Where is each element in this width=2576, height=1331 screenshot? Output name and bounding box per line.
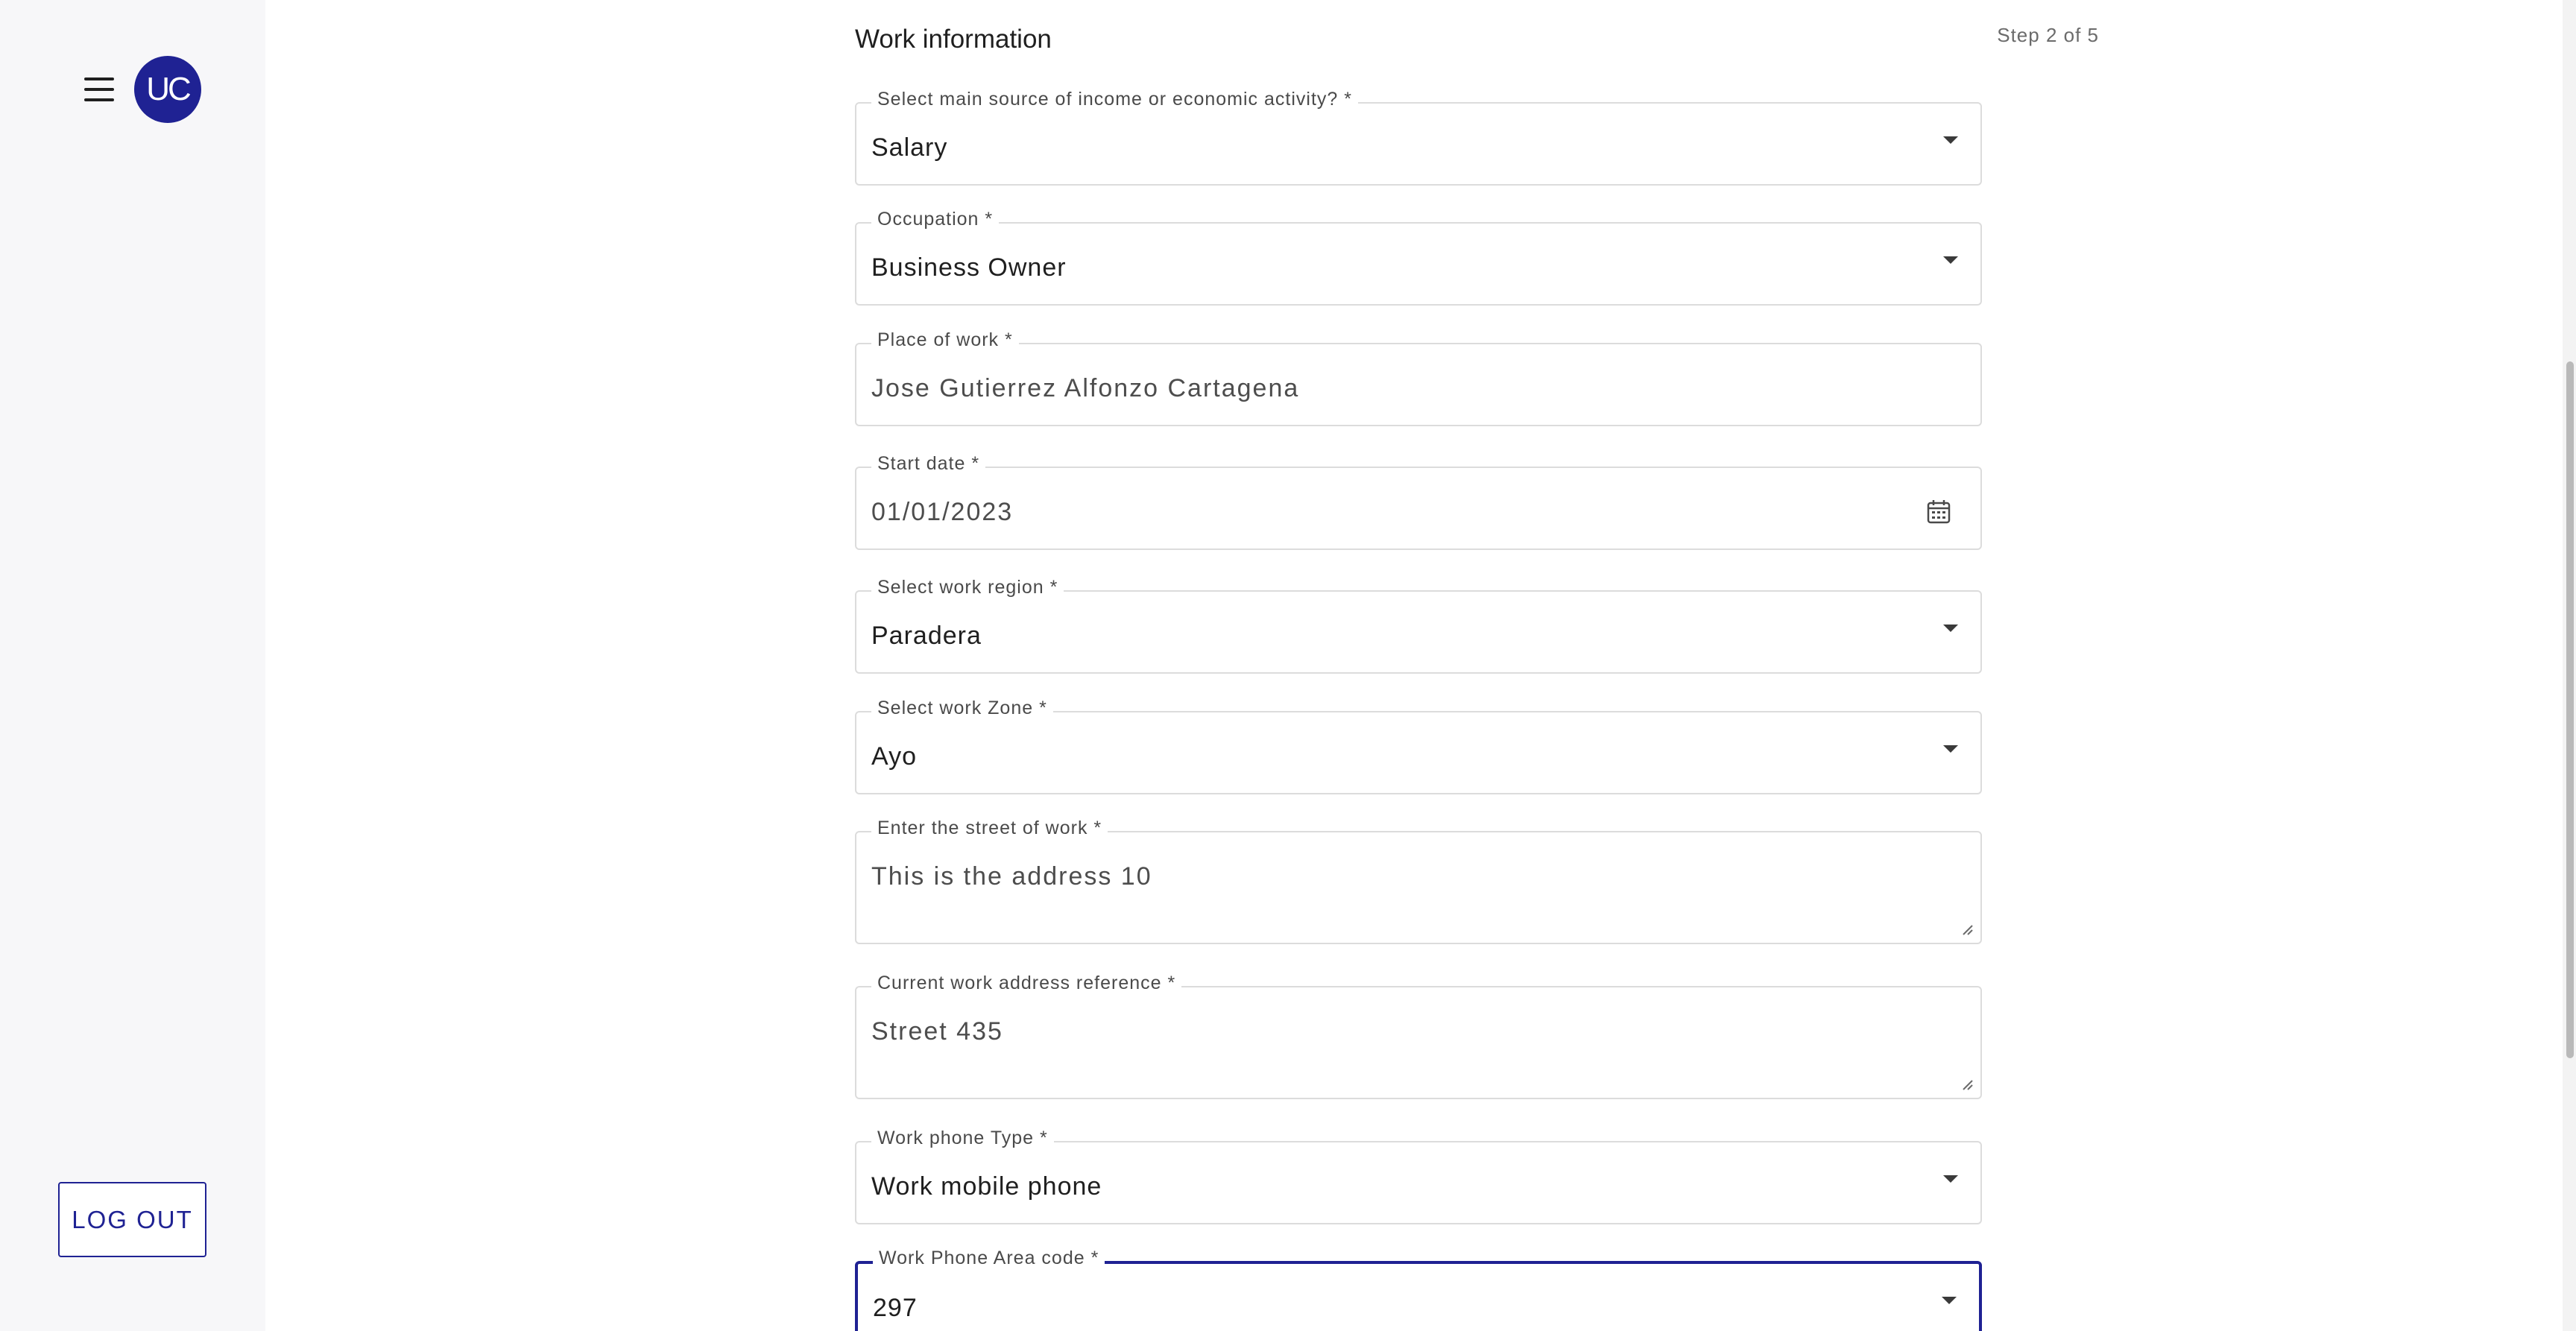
work-phone-type-label: Work phone Type * [871, 1128, 1054, 1149]
work-phone-area-code-select[interactable]: Work Phone Area code * 297 [855, 1248, 1982, 1331]
occupation-select[interactable]: Occupation * Business Owner [855, 209, 1982, 306]
work-address-reference-label: Current work address reference * [871, 973, 1182, 994]
work-phone-type-select[interactable]: Work phone Type * Work mobile phone [855, 1128, 1982, 1224]
chevron-down-icon[interactable] [1943, 625, 1958, 632]
place-of-work-value: Jose Gutierrez Alfonzo Cartagena [871, 374, 1300, 402]
work-zone-label: Select work Zone * [871, 698, 1053, 719]
work-address-reference-value: Street 435 [871, 1017, 1003, 1046]
work-street-label: Enter the street of work * [871, 818, 1108, 839]
income-source-label: Select main source of income or economic… [871, 89, 1358, 110]
chevron-down-icon[interactable] [1943, 136, 1958, 144]
work-street-value: This is the address 10 [871, 862, 1152, 891]
income-source-select[interactable]: Select main source of income or economic… [855, 89, 1982, 186]
work-zone-select[interactable]: Select work Zone * Ayo [855, 698, 1982, 794]
work-region-value: Paradera [871, 622, 982, 650]
occupation-label: Occupation * [871, 209, 1000, 230]
logout-button[interactable]: LOG OUT [58, 1182, 206, 1257]
chevron-down-icon[interactable] [1943, 1175, 1958, 1183]
calendar-icon[interactable] [1927, 499, 1951, 525]
sidebar: UC LOG OUT [0, 0, 265, 1331]
step-indicator: Step 2 of 5 [1997, 24, 2099, 46]
start-date-label: Start date * [871, 453, 986, 475]
menu-icon[interactable] [82, 75, 116, 104]
chevron-down-icon[interactable] [1942, 1297, 1957, 1304]
avatar[interactable]: UC [134, 56, 201, 123]
vertical-scrollbar[interactable] [2563, 0, 2576, 1331]
chevron-down-icon[interactable] [1943, 256, 1958, 264]
chevron-down-icon[interactable] [1943, 745, 1958, 753]
start-date-field[interactable]: Start date * 01/01/2023 [855, 453, 1982, 550]
start-date-value: 01/01/2023 [871, 498, 1014, 526]
scrollbar-thumb[interactable] [2566, 361, 2574, 1058]
app-root: UC LOG OUT Work information Step 2 of 5 … [0, 0, 2576, 1331]
work-phone-area-code-value: 297 [873, 1294, 918, 1322]
work-phone-type-value: Work mobile phone [871, 1172, 1102, 1201]
work-region-label: Select work region * [871, 577, 1064, 598]
work-phone-area-code-label: Work Phone Area code * [873, 1248, 1105, 1269]
main-content: Work information Step 2 of 5 Select main… [265, 0, 2576, 1331]
work-region-select[interactable]: Select work region * Paradera [855, 577, 1982, 674]
resize-handle-icon[interactable] [1961, 1078, 1973, 1090]
resize-handle-icon[interactable] [1961, 923, 1973, 935]
place-of-work-field[interactable]: Place of work * Jose Gutierrez Alfonzo C… [855, 329, 1982, 426]
place-of-work-label: Place of work * [871, 329, 1019, 351]
work-address-reference-textarea[interactable]: Current work address reference * Street … [855, 973, 1982, 1099]
work-street-textarea[interactable]: Enter the street of work * This is the a… [855, 818, 1982, 944]
work-zone-value: Ayo [871, 742, 917, 771]
occupation-value: Business Owner [871, 253, 1067, 282]
section-title: Work information [855, 25, 1052, 54]
income-source-value: Salary [871, 133, 948, 162]
